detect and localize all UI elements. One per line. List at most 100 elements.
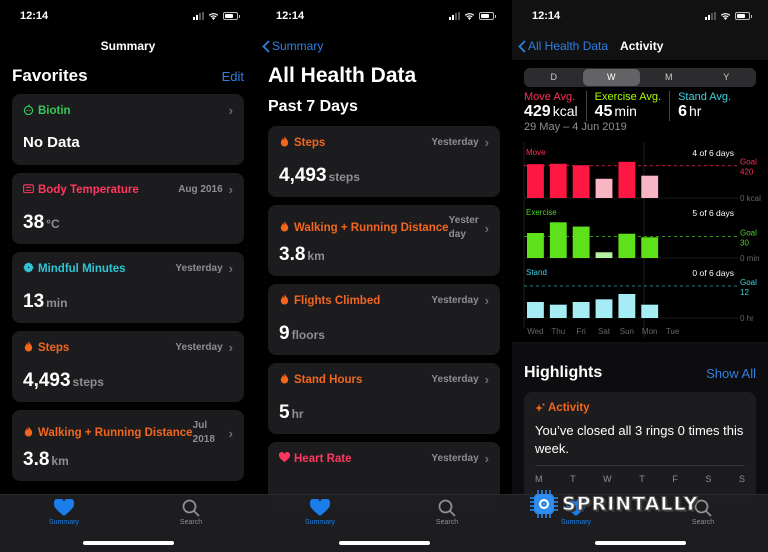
favorites-list: Biotin › No Data Body Temperature Aug 20… (0, 94, 256, 481)
bar-stand-wed (527, 302, 544, 318)
goal-label: Goal (740, 158, 757, 167)
card-value: No Data (23, 134, 80, 151)
segment-d[interactable]: D (525, 69, 583, 86)
tab-summary[interactable]: Summary (34, 499, 94, 526)
activity-highlight-card[interactable]: Activity You’ve closed all 3 rings 0 tim… (524, 392, 756, 502)
bar-move-sun (618, 161, 636, 198)
segment-y[interactable]: Y (698, 69, 756, 86)
tab-bar: Summary Search (0, 494, 256, 552)
highlights-title: Highlights (524, 364, 603, 381)
card-value: 5 hr (279, 402, 304, 423)
average-stand: Stand Avg. 6 hr (678, 91, 732, 120)
health-card-steps[interactable]: Steps Yesterday › 4,493 steps (12, 331, 244, 402)
weekday-label: S (705, 474, 712, 484)
tab-bar: Summary Search (256, 494, 512, 552)
bar-stand-mon (641, 304, 659, 318)
bar-move-fri (572, 165, 590, 198)
flame-icon (279, 135, 290, 150)
weekday-label: W (603, 474, 612, 484)
bar-move-thu (549, 163, 567, 198)
watermark-text: SPRINTALLY (561, 493, 699, 516)
segment-m[interactable]: M (640, 69, 698, 86)
show-all-button[interactable]: Show All (706, 366, 756, 381)
date-range: 29 May – 4 Jun 2019 (524, 121, 627, 133)
battery-icon (735, 12, 752, 20)
card-date: Yesterday (448, 215, 479, 240)
back-button[interactable]: Summary (262, 39, 323, 53)
chevron-right-icon: › (228, 182, 233, 197)
card-value: 38 °C (23, 212, 60, 233)
home-indicator (83, 541, 174, 545)
home-indicator (339, 541, 430, 545)
chevron-right-icon: › (484, 135, 489, 150)
activity-screen: 12:14 All Health Data Activity DWMY Move… (512, 0, 768, 552)
health-card-stand-hours[interactable]: Stand Hours Yesterday › 5 hr (268, 363, 500, 434)
cellular-signal-icon (449, 12, 460, 20)
favorites-title: Favorites (12, 66, 88, 85)
series-summary: 0 of 6 days (692, 268, 734, 278)
bar-exercise-sat (595, 252, 613, 258)
chevron-right-icon: › (228, 425, 233, 441)
average-exercise: Exercise Avg. 45 min (595, 91, 671, 121)
back-button[interactable]: All Health Data (518, 39, 608, 53)
tab-search[interactable]: Search (417, 499, 477, 526)
favorites-header: Favorites Edit (0, 60, 256, 94)
chevron-right-icon: › (484, 372, 489, 387)
health-card-flights-climbed[interactable]: Flights Climbed Yesterday › 9 floors (268, 284, 500, 355)
edit-button[interactable]: Edit (222, 69, 244, 84)
weekday-label: S (738, 474, 745, 484)
flame-icon (279, 293, 290, 308)
card-title: Walking + Running Distance (294, 222, 449, 234)
bar-exercise-mon (641, 237, 659, 258)
series-title-exercise: Exercise (526, 208, 557, 217)
averages-row: Move Avg. 429 kcal Exercise Avg. 45 min Stand … (512, 87, 768, 121)
card-date: Yesterday (431, 374, 479, 385)
status-bar: 12:14 (256, 0, 512, 32)
card-value: 4,493 steps (279, 165, 360, 186)
cellular-signal-icon (193, 12, 204, 20)
card-date: Yesterday (175, 342, 223, 353)
bar-stand-thu (549, 304, 567, 318)
health-card-biotin[interactable]: Biotin › No Data (12, 94, 244, 165)
card-value: 4,493 steps (23, 370, 104, 391)
tab-summary[interactable]: Summary (290, 499, 350, 526)
health-card-walking-running-distance[interactable]: Walking + Running Distance Yester day › 3.… (268, 205, 500, 276)
status-bar: 12:14 (512, 0, 768, 32)
health-card-walking-running-distance[interactable]: Walking + Running Distance Jul 2018 › 3.8 k… (12, 410, 244, 481)
goal-value: 12 (740, 288, 749, 297)
nav-bar: Summary (0, 32, 256, 60)
card-value: 3.8 km (23, 449, 69, 470)
segment-w[interactable]: W (582, 69, 640, 86)
apple-icon (23, 103, 34, 118)
bar-exercise-thu (549, 222, 567, 258)
flower-icon (23, 262, 34, 276)
tab-search[interactable]: Search (161, 499, 221, 526)
card-date: Yesterday (431, 295, 479, 306)
chevron-left-icon (262, 39, 270, 53)
card-value: 13 min (23, 291, 68, 312)
x-tick-label: Tue (666, 327, 680, 336)
health-card-mindful-minutes[interactable]: Mindful Minutes Yesterday › 13 min (12, 252, 244, 323)
zero-label: 0 kcal (740, 194, 761, 203)
x-tick-label: Thu (551, 327, 565, 336)
card-title: Stand Hours (294, 373, 363, 386)
health-card-steps[interactable]: Steps Yesterday › 4,493 steps (268, 126, 500, 197)
bar-exercise-fri (572, 226, 590, 258)
past-7-days-header: Past 7 Days (256, 88, 512, 126)
zero-label: 0 hr (740, 314, 754, 323)
goal-value: 420 (740, 168, 754, 177)
battery-icon (223, 12, 240, 20)
status-time: 12:14 (276, 10, 305, 22)
card-title: Body Temperature (38, 183, 139, 196)
all-health-data-screen: 12:14 Summary All Health Data Past 7 Day… (256, 0, 512, 552)
bar-stand-sat (595, 299, 613, 318)
nav-title: Activity (620, 39, 664, 53)
status-bar: 12:14 (0, 0, 256, 32)
card-title: Flights Climbed (294, 294, 381, 307)
cellular-signal-icon (705, 12, 716, 20)
wifi-icon (464, 13, 475, 20)
card-title: Steps (38, 341, 70, 354)
health-card-body-temperature[interactable]: Body Temperature Aug 2016 › 38 °C (12, 173, 244, 244)
nav-bar: All Health Data Activity (512, 32, 768, 60)
weekday-label: F (672, 474, 678, 484)
